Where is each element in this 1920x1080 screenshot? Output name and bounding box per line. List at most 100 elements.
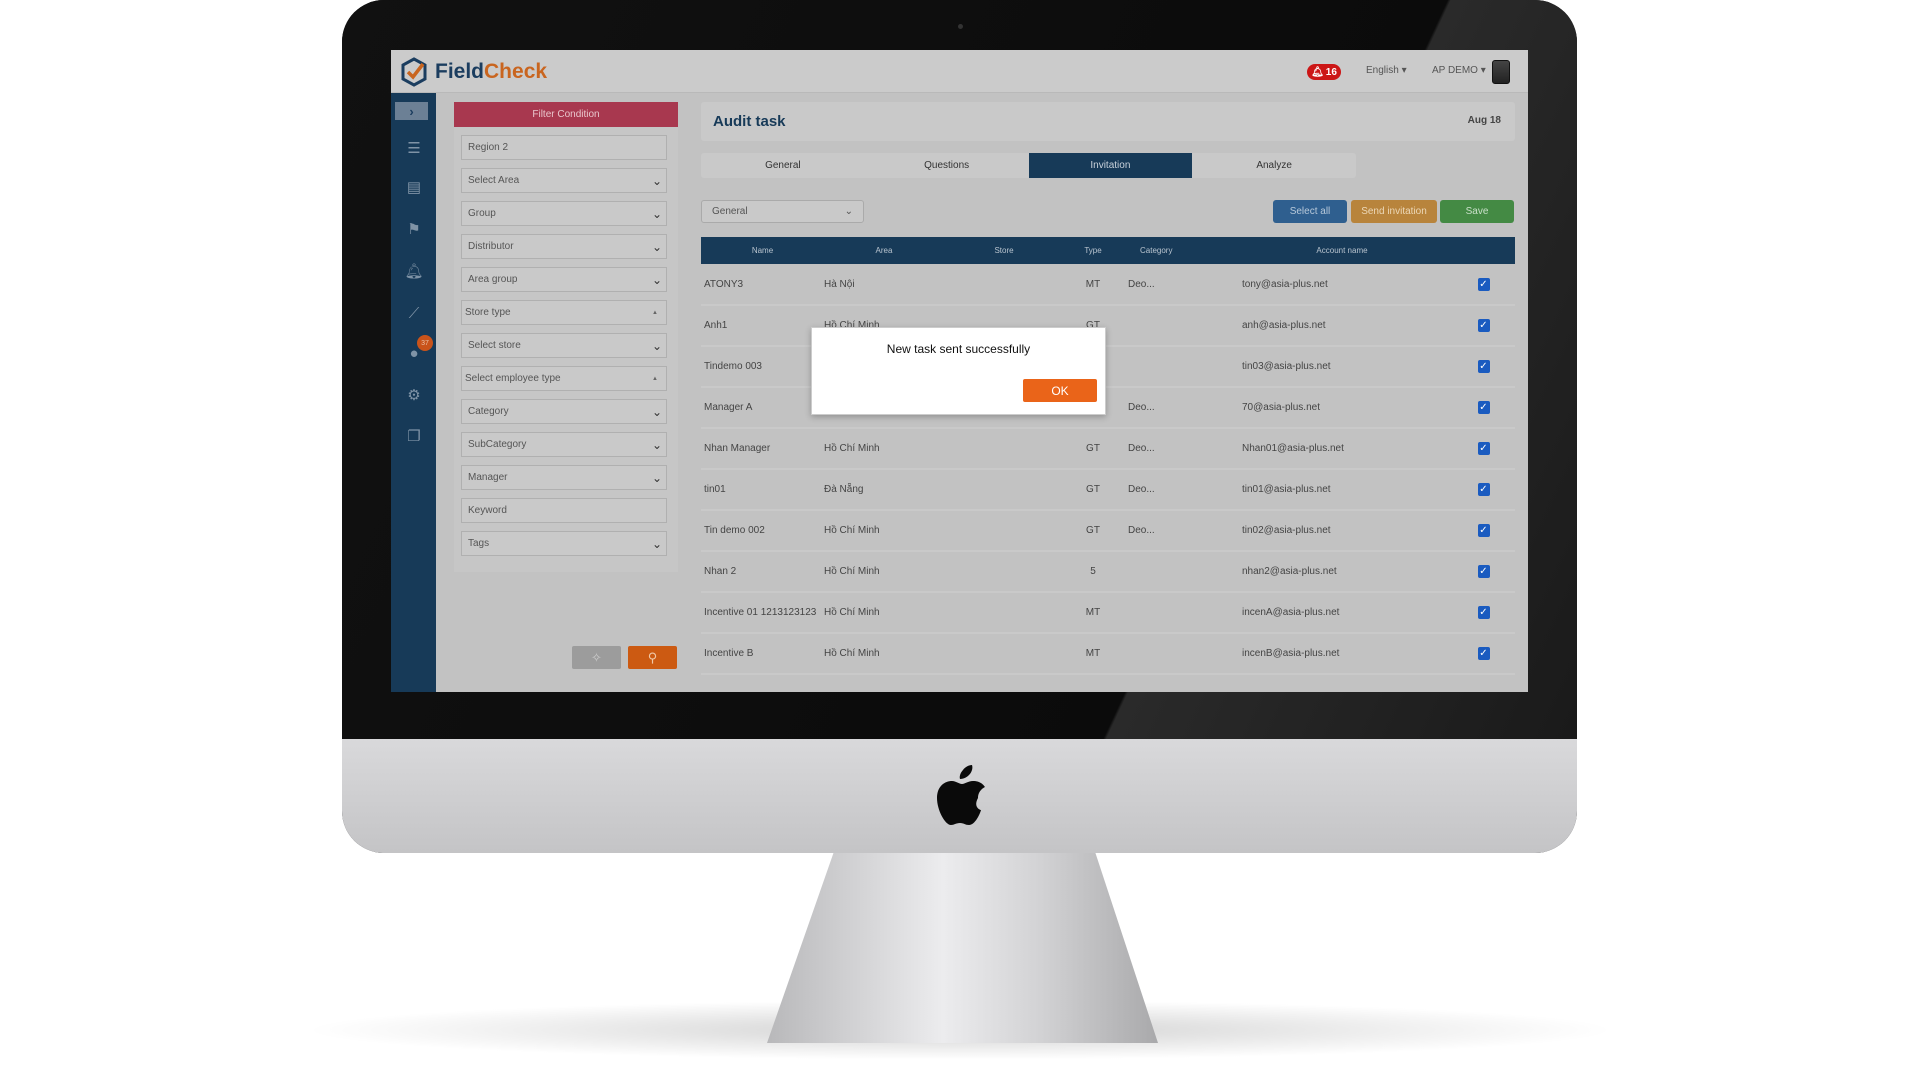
- field-label: Area group: [468, 274, 518, 285]
- user-desk-icon[interactable]: ⚑: [403, 219, 425, 239]
- user-menu[interactable]: AP DEMO ▾: [1432, 65, 1486, 76]
- save-button[interactable]: Save: [1440, 200, 1514, 223]
- gears-icon[interactable]: ⚙: [403, 385, 425, 405]
- cell-name: tin01: [701, 469, 824, 511]
- language-dropdown[interactable]: English ▾: [1366, 65, 1407, 76]
- cell-store: [944, 592, 1064, 634]
- send-invitation-button[interactable]: Send invitation: [1351, 200, 1437, 223]
- filter-store-type-select[interactable]: Store type ▲: [461, 300, 667, 325]
- invitation-table: Name Area Store Type Category Account na…: [701, 237, 1515, 675]
- filter-area-group-select[interactable]: Area group ⌄: [461, 267, 667, 292]
- cell-account: incenA@asia-plus.net: [1232, 592, 1452, 634]
- field-label: Group: [468, 208, 496, 219]
- chevron-right-icon[interactable]: ›: [395, 102, 428, 120]
- cell-name: Nhan Manager: [701, 428, 824, 470]
- row-checkbox[interactable]: ✓: [1477, 277, 1490, 291]
- chevron-down-icon: ⌄: [651, 206, 662, 221]
- cell-account: Nhan01@asia-plus.net: [1232, 428, 1452, 470]
- cell-type: MT: [1064, 633, 1122, 675]
- field-label: Manager: [468, 472, 508, 483]
- chevron-down-icon: ⌄: [651, 173, 662, 188]
- filter-select-area-select[interactable]: Select Area ⌄: [461, 168, 667, 193]
- filter-region-2-input[interactable]: Region 2: [461, 135, 667, 160]
- app-screen: FieldCheck 🔔︎ 16 English ▾ AP DEMO ▾ › ☰ …: [391, 50, 1528, 692]
- bell-icon[interactable]: 🔔︎: [403, 261, 425, 281]
- broom-icon: ✧: [591, 649, 602, 665]
- users-badge: 37: [417, 335, 433, 351]
- filter-manager-select[interactable]: Manager ⌄: [461, 465, 667, 490]
- row-checkbox[interactable]: ✓: [1477, 442, 1490, 455]
- clipboard-icon[interactable]: ▤: [403, 177, 425, 197]
- field-label: Category: [468, 406, 509, 417]
- row-checkbox[interactable]: ✓: [1477, 606, 1490, 619]
- documents-icon[interactable]: ❐: [403, 426, 425, 446]
- row-checkbox[interactable]: ✓: [1477, 319, 1490, 332]
- col-area[interactable]: Area: [824, 237, 944, 264]
- cell-name: Incentive B: [701, 633, 824, 675]
- tab-questions[interactable]: Questions: [865, 153, 1029, 178]
- list-icon[interactable]: ☰: [403, 138, 425, 158]
- reset-filter-button[interactable]: ✧: [572, 646, 621, 669]
- field-label: Tags: [468, 538, 490, 549]
- search-icon: ⚲: [647, 649, 658, 665]
- row-checkbox[interactable]: ✓: [1477, 360, 1490, 373]
- filter-title: Filter Condition: [454, 102, 678, 127]
- cell-type: MT: [1064, 264, 1122, 306]
- row-checkbox[interactable]: ✓: [1477, 401, 1490, 414]
- field-label: Region 2: [468, 142, 509, 153]
- notification-count: 16: [1325, 66, 1337, 78]
- table-row: tin01 Đà Nẵng GT Deo... tin01@asia-plus.net ✓: [701, 469, 1515, 511]
- col-name[interactable]: Name: [701, 237, 824, 264]
- table-row: Nhan 2 Hồ Chí Minh 5 nhan2@asia-plus.net ✓: [701, 551, 1515, 593]
- cell-account: anh@asia-plus.net: [1232, 305, 1452, 347]
- filter-category-select[interactable]: Category ⌄: [461, 399, 667, 424]
- cell-select: ✓: [1452, 469, 1515, 511]
- chart-line-icon[interactable]: ⟋: [403, 303, 425, 323]
- filter-select-store-select[interactable]: Select store ⌄: [461, 333, 667, 358]
- avatar[interactable]: [1492, 60, 1510, 84]
- cell-select: ✓: [1452, 428, 1515, 470]
- tab-invitation[interactable]: Invitation: [1028, 153, 1193, 178]
- cell-category: [1122, 633, 1232, 675]
- cell-account: incenB@asia-plus.net: [1232, 633, 1452, 675]
- cell-category: Deo...: [1122, 428, 1232, 470]
- ok-button[interactable]: OK: [1023, 379, 1097, 402]
- search-button[interactable]: ⚲: [628, 646, 677, 669]
- row-checkbox[interactable]: ✓: [1477, 647, 1490, 660]
- cell-select: ✓: [1452, 510, 1515, 552]
- brand-part-2: Check: [484, 60, 548, 83]
- cell-category: Deo...: [1122, 510, 1232, 552]
- row-checkbox[interactable]: ✓: [1477, 483, 1490, 496]
- caret-up-icon: ▲: [652, 375, 658, 382]
- cell-select: ✓: [1452, 346, 1515, 388]
- chevron-down-icon: ⌄: [651, 437, 662, 452]
- col-category[interactable]: Category: [1122, 237, 1232, 264]
- filter-distributor-select[interactable]: Distributor ⌄: [461, 234, 667, 259]
- filter-tags-select[interactable]: Tags ⌄: [461, 531, 667, 556]
- row-checkbox[interactable]: ✓: [1477, 565, 1490, 578]
- tab-analyze[interactable]: Analyze: [1192, 153, 1356, 178]
- notification-badge[interactable]: 🔔︎ 16: [1307, 64, 1341, 80]
- chevron-down-icon: ⌄: [651, 470, 662, 485]
- cell-select: ✓: [1452, 305, 1515, 347]
- cell-category: [1122, 346, 1232, 388]
- select-all-button[interactable]: Select all: [1273, 200, 1347, 223]
- col-store[interactable]: Store: [944, 237, 1064, 264]
- cell-area: Đà Nẵng: [824, 469, 944, 511]
- logo[interactable]: FieldCheck: [401, 57, 547, 87]
- row-checkbox[interactable]: ✓: [1477, 524, 1490, 537]
- user-icon[interactable]: ● 37: [403, 335, 433, 363]
- chevron-down-icon: ⌄: [844, 206, 853, 217]
- tab-general[interactable]: General: [701, 153, 865, 178]
- cell-select: ✓: [1452, 387, 1515, 429]
- filter-keyword-input[interactable]: Keyword: [461, 498, 667, 523]
- filter-group-select[interactable]: Group ⌄: [461, 201, 667, 226]
- col-type[interactable]: Type: [1064, 237, 1122, 264]
- table-row: Nhan Manager Hồ Chí Minh GT Deo... Nhan01@as…: [701, 428, 1515, 470]
- stand: [767, 853, 1158, 1043]
- col-account[interactable]: Account name: [1232, 237, 1452, 264]
- filter-subcategory-select[interactable]: SubCategory ⌄: [461, 432, 667, 457]
- group-select[interactable]: General ⌄: [701, 200, 864, 223]
- filter-select-employee-type-select[interactable]: Select employee type ▲: [461, 366, 667, 391]
- cell-store: [944, 633, 1064, 675]
